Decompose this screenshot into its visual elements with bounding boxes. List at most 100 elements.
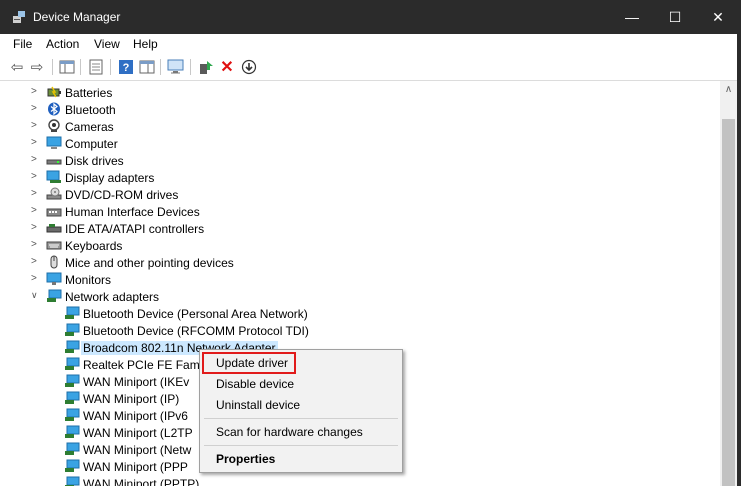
ide-controller-icon (46, 224, 62, 233)
tree-item-label: Human Interface Devices (65, 205, 200, 219)
menu-bar: File Action View Help (0, 34, 741, 54)
minimize-button[interactable]: — (609, 0, 655, 34)
network-adapter-icon (65, 442, 80, 455)
maximize-button[interactable]: ☐ (652, 0, 698, 34)
tree-item-label: Computer (65, 137, 118, 151)
tree-item-disk-drives[interactable]: > Disk drives (5, 152, 705, 169)
forward-arrow-icon[interactable]: ⇨ (28, 58, 46, 76)
uninstall-device-icon[interactable]: ✕ (218, 58, 236, 76)
tree-item-network-device[interactable]: Bluetooth Device (RFCOMM Protocol TDI) (5, 322, 705, 339)
back-arrow-icon[interactable]: ⇦ (8, 58, 26, 76)
vertical-scrollbar[interactable]: ∧ (720, 81, 737, 486)
scrollbar-thumb[interactable] (722, 119, 735, 486)
chevron-right-icon[interactable]: > (31, 86, 41, 98)
properties-sheet-icon[interactable] (87, 58, 105, 76)
view-detail-icon[interactable] (138, 58, 156, 76)
properties-menu-item[interactable]: Properties (216, 452, 275, 466)
tree-item-label: Cameras (65, 120, 114, 134)
chevron-right-icon[interactable]: > (31, 137, 41, 149)
close-button[interactable]: ✕ (695, 0, 741, 34)
network-adapter-icon (65, 306, 80, 319)
tree-item-batteries[interactable]: > Batteries (5, 84, 705, 101)
menu-view[interactable]: View (94, 37, 120, 51)
tree-item-label: WAN Miniport (IP) (83, 392, 180, 406)
computer-icon (46, 136, 62, 149)
chevron-right-icon[interactable]: > (31, 222, 41, 234)
bluetooth-icon (48, 102, 60, 116)
show-hide-console-tree-icon[interactable] (58, 58, 76, 76)
monitor-icon (46, 272, 62, 285)
menu-action[interactable]: Action (46, 37, 79, 51)
network-adapter-icon (65, 425, 80, 438)
scan-hardware-menu-item[interactable]: Scan for hardware changes (216, 425, 363, 439)
keyboard-icon (46, 241, 62, 250)
tree-item-label: Bluetooth Device (Personal Area Network) (83, 307, 308, 321)
toolbar-divider (160, 59, 161, 75)
tree-item-network-device[interactable]: WAN Miniport (PPTP) (5, 475, 705, 486)
disable-device-menu-item[interactable]: Disable device (216, 377, 294, 391)
tree-item-network-adapters[interactable]: ∨ Network adapters (5, 288, 705, 305)
chevron-right-icon[interactable]: > (31, 205, 41, 217)
scroll-up-icon[interactable]: ∧ (720, 81, 737, 98)
tree-item-label: Mice and other pointing devices (65, 256, 234, 270)
network-adapter-icon (65, 459, 80, 472)
chevron-right-icon[interactable]: > (31, 239, 41, 251)
tree-item-label: WAN Miniport (PPTP) (83, 477, 200, 486)
help-icon[interactable]: ? (117, 58, 135, 76)
network-adapter-icon (65, 374, 80, 387)
tree-item-bluetooth[interactable]: > Bluetooth (5, 101, 705, 118)
camera-icon (48, 119, 60, 132)
chevron-down-icon[interactable]: ∨ (31, 290, 41, 302)
tree-item-computer[interactable]: > Computer (5, 135, 705, 152)
chevron-right-icon[interactable]: > (31, 154, 41, 166)
mouse-icon (50, 255, 58, 269)
tree-item-ide-controllers[interactable]: > IDE ATA/ATAPI controllers (5, 220, 705, 237)
enable-device-icon[interactable] (240, 58, 258, 76)
uninstall-device-menu-item[interactable]: Uninstall device (216, 398, 300, 412)
scan-hardware-icon[interactable] (167, 58, 185, 76)
update-driver-icon[interactable] (197, 58, 215, 76)
tree-item-label: Network adapters (65, 290, 160, 304)
chevron-right-icon[interactable]: > (31, 256, 41, 268)
tree-item-label: WAN Miniport (IKEv (83, 375, 190, 389)
toolbar: ⇦ ⇨ ? ✕ (0, 54, 741, 81)
tree-item-cameras[interactable]: > Cameras (5, 118, 705, 135)
menu-separator (204, 445, 398, 446)
tree-item-label: Batteries (65, 86, 113, 100)
device-manager-icon (13, 11, 25, 23)
tree-item-label: Display adapters (65, 171, 155, 185)
tree-item-label: Disk drives (65, 154, 124, 168)
menu-help[interactable]: Help (133, 37, 158, 51)
update-driver-menu-item[interactable]: Update driver (216, 356, 288, 370)
chevron-right-icon[interactable]: > (31, 188, 41, 200)
tree-item-monitors[interactable]: > Monitors (5, 271, 705, 288)
tree-item-human-interface-devices[interactable]: > Human Interface Devices (5, 203, 705, 220)
tree-item-mice[interactable]: > Mice and other pointing devices (5, 254, 705, 271)
tree-item-label: WAN Miniport (L2TP (83, 426, 193, 440)
network-adapter-icon (65, 340, 80, 353)
tree-item-label: Keyboards (65, 239, 123, 253)
context-menu: Update driver Disable device Uninstall d… (199, 349, 403, 473)
window-border (737, 34, 741, 486)
tree-item-label: Monitors (65, 273, 112, 287)
tree-item-label: DVD/CD-ROM drives (65, 188, 179, 202)
network-adapter-icon (65, 391, 80, 404)
title-bar: Device Manager — ☐ ✕ (0, 0, 741, 34)
tree-item-keyboards[interactable]: > Keyboards (5, 237, 705, 254)
tree-item-label: Bluetooth (65, 103, 116, 117)
chevron-right-icon[interactable]: > (31, 273, 41, 285)
battery-icon (47, 86, 61, 98)
menu-file[interactable]: File (13, 37, 32, 51)
toolbar-divider (110, 59, 111, 75)
network-adapter-icon (47, 289, 62, 302)
chevron-right-icon[interactable]: > (31, 103, 41, 115)
menu-separator (204, 418, 398, 419)
tree-item-network-device[interactable]: Bluetooth Device (Personal Area Network) (5, 305, 705, 322)
chevron-right-icon[interactable]: > (31, 120, 41, 132)
chevron-right-icon[interactable]: > (31, 171, 41, 183)
tree-item-display-adapters[interactable]: > Display adapters (5, 169, 705, 186)
network-adapter-icon (65, 408, 80, 421)
toolbar-divider (190, 59, 191, 75)
tree-item-dvd-drives[interactable]: > DVD/CD-ROM drives (5, 186, 705, 203)
hid-icon (46, 208, 62, 217)
